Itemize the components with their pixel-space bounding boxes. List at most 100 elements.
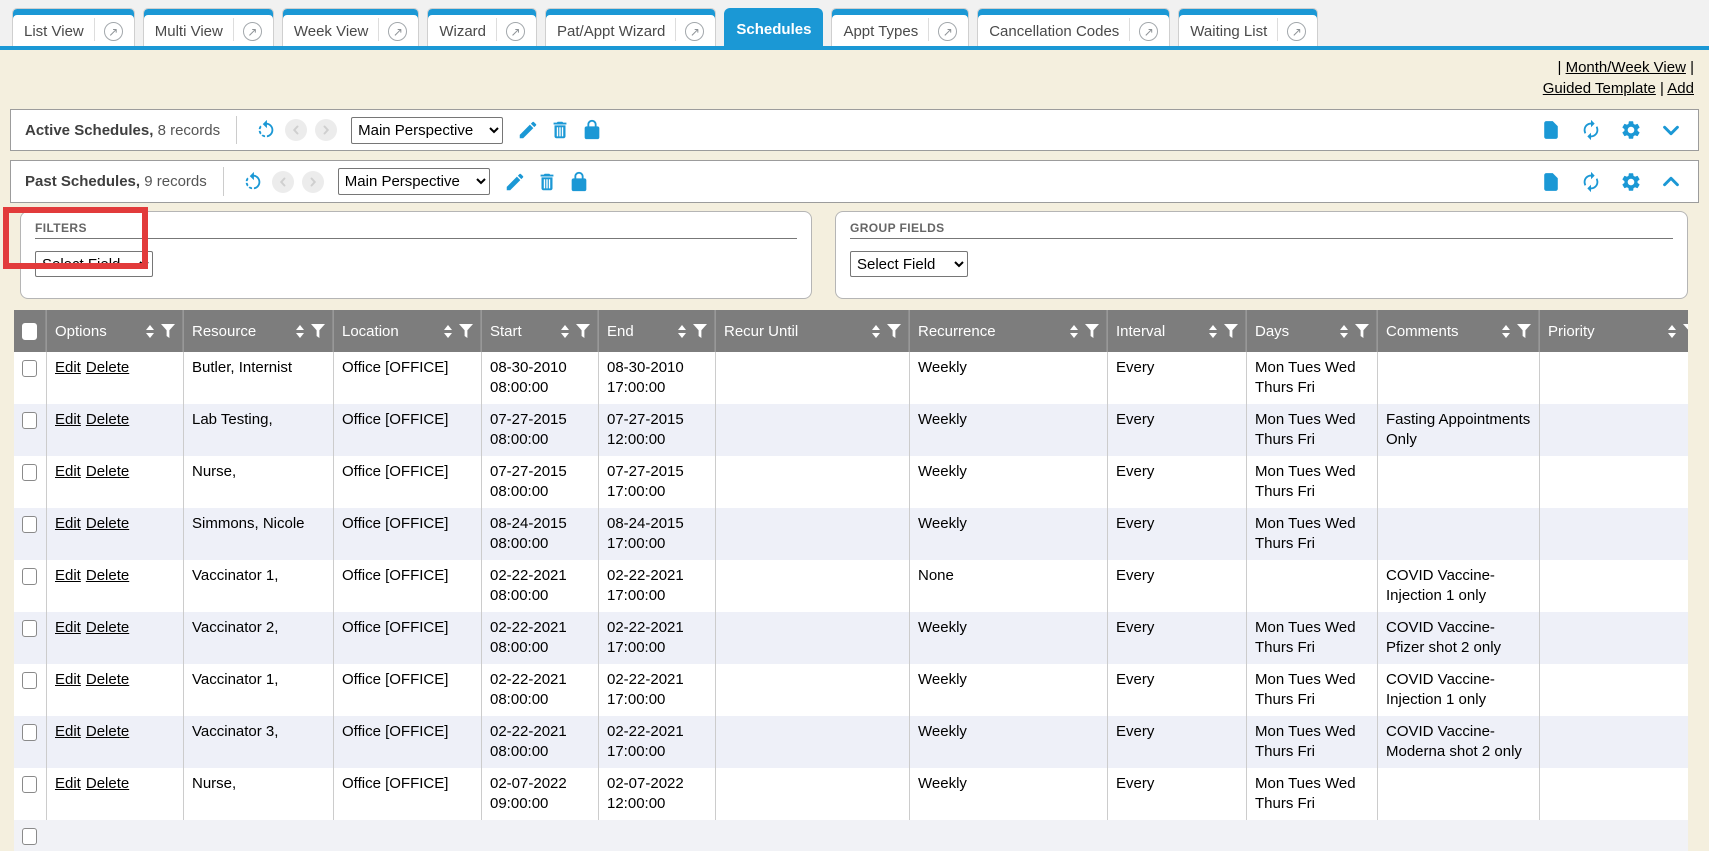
column-header-priority[interactable]: Priority xyxy=(1540,310,1688,352)
cell-select[interactable] xyxy=(14,508,47,560)
guided-template-link[interactable]: Guided Template xyxy=(1543,80,1656,97)
delete-link[interactable]: Delete xyxy=(86,619,129,636)
tab-list-view[interactable]: List View↗ xyxy=(12,8,135,46)
row-checkbox[interactable] xyxy=(22,568,37,585)
open-in-new-icon[interactable]: ↗ xyxy=(94,18,123,41)
edit-link[interactable]: Edit xyxy=(55,671,81,688)
delete-link[interactable]: Delete xyxy=(86,515,129,532)
filter-funnel-icon[interactable] xyxy=(1683,324,1688,338)
column-header-resource[interactable]: Resource xyxy=(184,310,334,352)
column-header-options[interactable]: Options xyxy=(47,310,184,352)
tab-waiting-list[interactable]: Waiting List↗ xyxy=(1178,8,1318,46)
tab-multi-view[interactable]: Multi View↗ xyxy=(143,8,274,46)
column-header-recurrence[interactable]: Recurrence xyxy=(910,310,1108,352)
tab-appt-types[interactable]: Appt Types↗ xyxy=(831,8,969,46)
row-checkbox[interactable] xyxy=(22,360,37,377)
select-all-checkbox[interactable] xyxy=(22,323,37,340)
chevron-down-icon[interactable] xyxy=(1658,117,1684,143)
filter-funnel-icon[interactable] xyxy=(311,324,325,338)
delete-link[interactable]: Delete xyxy=(86,567,129,584)
open-in-new-icon[interactable]: ↗ xyxy=(1277,18,1306,41)
row-checkbox[interactable] xyxy=(22,672,37,689)
cell-select[interactable] xyxy=(14,456,47,508)
filter-funnel-icon[interactable] xyxy=(459,324,473,338)
edit-link[interactable]: Edit xyxy=(55,411,81,428)
open-in-new-icon[interactable]: ↗ xyxy=(378,18,407,41)
tab-pat-appt-wizard[interactable]: Pat/Appt Wizard↗ xyxy=(545,8,716,46)
add-link[interactable]: Add xyxy=(1667,80,1694,97)
column-header-interval[interactable]: Interval xyxy=(1108,310,1247,352)
column-header-comments[interactable]: Comments xyxy=(1378,310,1540,352)
filter-funnel-icon[interactable] xyxy=(1355,324,1369,338)
delete-link[interactable]: Delete xyxy=(86,463,129,480)
filter-funnel-icon[interactable] xyxy=(161,324,175,338)
column-header-start[interactable]: Start xyxy=(482,310,599,352)
lock-icon[interactable] xyxy=(579,117,605,143)
prev-perspective-icon[interactable] xyxy=(285,119,307,141)
group-fields-field-select[interactable]: Select Field xyxy=(850,251,968,277)
tab-week-view[interactable]: Week View↗ xyxy=(282,8,419,46)
cell-select[interactable] xyxy=(14,560,47,612)
filter-funnel-icon[interactable] xyxy=(1517,324,1531,338)
undo-icon[interactable] xyxy=(253,117,279,143)
prev-perspective-icon[interactable] xyxy=(272,171,294,193)
edit-link[interactable]: Edit xyxy=(55,619,81,636)
month-week-view-link[interactable]: Month/Week View xyxy=(1566,59,1686,76)
cell-select[interactable] xyxy=(14,404,47,456)
next-perspective-icon[interactable] xyxy=(315,119,337,141)
tab-cancellation-codes[interactable]: Cancellation Codes↗ xyxy=(977,8,1170,46)
open-in-new-icon[interactable]: ↗ xyxy=(233,18,262,41)
delete-link[interactable]: Delete xyxy=(86,723,129,740)
edit-pencil-icon[interactable] xyxy=(515,117,541,143)
chevron-up-icon[interactable] xyxy=(1658,169,1684,195)
cell-select[interactable] xyxy=(14,612,47,664)
edit-link[interactable]: Edit xyxy=(55,775,81,792)
perspective-select[interactable]: Main Perspective xyxy=(351,117,503,144)
document-icon[interactable] xyxy=(1538,169,1564,195)
open-in-new-icon[interactable]: ↗ xyxy=(496,18,525,41)
edit-pencil-icon[interactable] xyxy=(502,169,528,195)
delete-link[interactable]: Delete xyxy=(86,671,129,688)
row-checkbox[interactable] xyxy=(22,620,37,637)
row-checkbox[interactable] xyxy=(22,724,37,741)
filter-funnel-icon[interactable] xyxy=(693,324,707,338)
row-checkbox[interactable] xyxy=(22,776,37,793)
undo-icon[interactable] xyxy=(240,169,266,195)
row-checkbox[interactable] xyxy=(22,828,37,845)
column-header-location[interactable]: Location xyxy=(334,310,482,352)
cell-select[interactable] xyxy=(14,768,47,820)
refresh-icon[interactable] xyxy=(1578,117,1604,143)
document-icon[interactable] xyxy=(1538,117,1564,143)
gear-icon[interactable] xyxy=(1618,117,1644,143)
edit-link[interactable]: Edit xyxy=(55,463,81,480)
delete-trash-icon[interactable] xyxy=(547,117,573,143)
delete-trash-icon[interactable] xyxy=(534,169,560,195)
column-header-end[interactable]: End xyxy=(599,310,716,352)
cell-select[interactable] xyxy=(14,352,47,404)
row-checkbox[interactable] xyxy=(22,464,37,481)
filter-funnel-icon[interactable] xyxy=(887,324,901,338)
select-all-header[interactable] xyxy=(14,310,47,352)
delete-link[interactable]: Delete xyxy=(86,411,129,428)
filters-field-select[interactable]: Select Field xyxy=(35,251,153,277)
open-in-new-icon[interactable]: ↗ xyxy=(675,18,704,41)
tab-wizard[interactable]: Wizard↗ xyxy=(427,8,537,46)
edit-link[interactable]: Edit xyxy=(55,567,81,584)
open-in-new-icon[interactable]: ↗ xyxy=(928,18,957,41)
column-header-days[interactable]: Days xyxy=(1247,310,1378,352)
edit-link[interactable]: Edit xyxy=(55,723,81,740)
tab-schedules[interactable]: Schedules xyxy=(724,8,823,46)
gear-icon[interactable] xyxy=(1618,169,1644,195)
filter-funnel-icon[interactable] xyxy=(1085,324,1099,338)
refresh-icon[interactable] xyxy=(1578,169,1604,195)
delete-link[interactable]: Delete xyxy=(86,775,129,792)
row-checkbox[interactable] xyxy=(22,516,37,533)
edit-link[interactable]: Edit xyxy=(55,359,81,376)
filter-funnel-icon[interactable] xyxy=(576,324,590,338)
cell-select[interactable] xyxy=(14,716,47,768)
cell-select[interactable] xyxy=(14,664,47,716)
row-checkbox[interactable] xyxy=(22,412,37,429)
perspective-select[interactable]: Main Perspective xyxy=(338,168,490,195)
open-in-new-icon[interactable]: ↗ xyxy=(1129,18,1158,41)
column-header-recur-until[interactable]: Recur Until xyxy=(716,310,910,352)
